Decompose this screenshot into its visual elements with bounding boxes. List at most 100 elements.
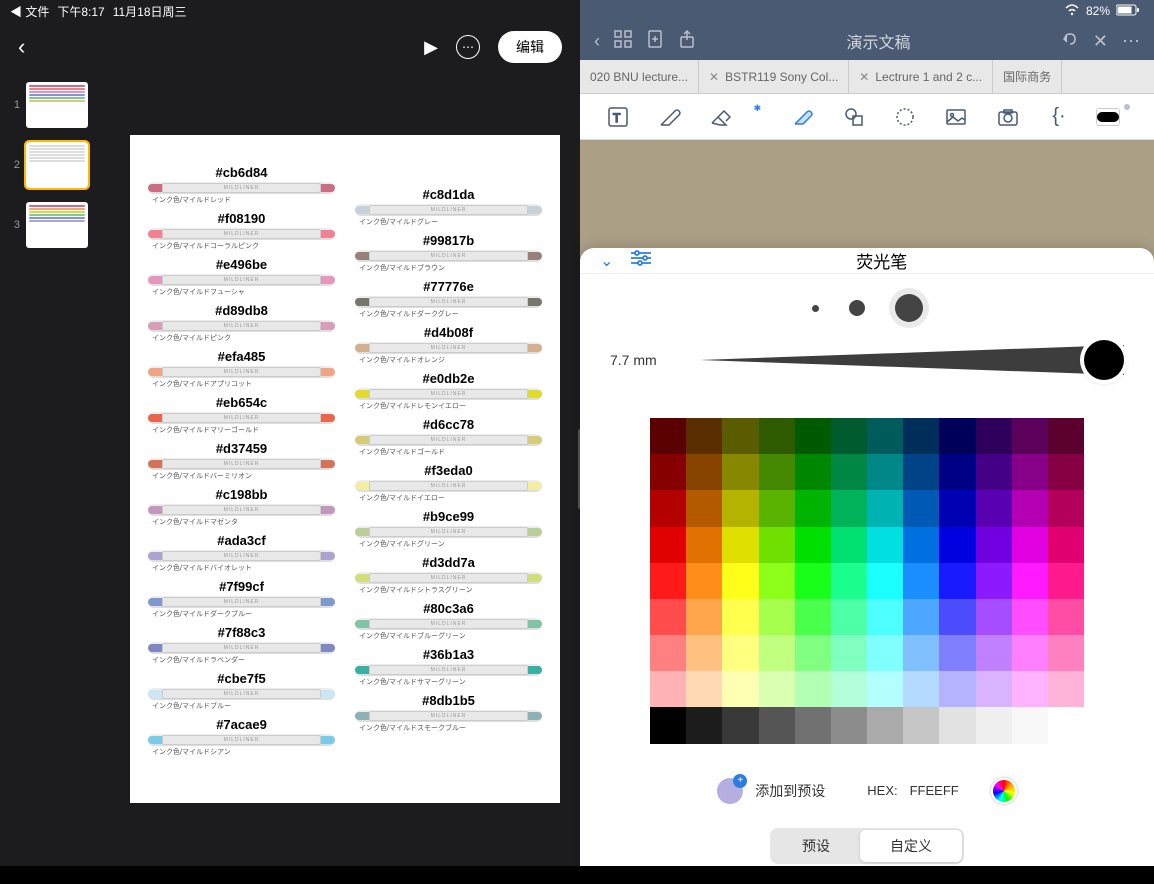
color-swatch[interactable] bbox=[722, 563, 758, 599]
undo-icon[interactable] bbox=[1061, 30, 1079, 53]
color-swatch[interactable] bbox=[1048, 707, 1084, 743]
color-swatch[interactable] bbox=[759, 418, 795, 454]
document-canvas[interactable]: ⌄ 荧光笔 7.7 mm bbox=[580, 140, 1154, 866]
color-swatch[interactable] bbox=[903, 527, 939, 563]
color-swatch[interactable] bbox=[903, 599, 939, 635]
color-swatch[interactable] bbox=[795, 599, 831, 635]
text-tool-icon[interactable]: T bbox=[604, 103, 632, 131]
lasso-tool-icon[interactable] bbox=[891, 103, 919, 131]
color-swatch[interactable] bbox=[686, 671, 722, 707]
color-swatch[interactable] bbox=[939, 490, 975, 526]
color-swatch[interactable] bbox=[650, 671, 686, 707]
stroke-preview[interactable] bbox=[1096, 108, 1120, 126]
color-swatch[interactable] bbox=[759, 707, 795, 743]
color-swatch[interactable] bbox=[1012, 563, 1048, 599]
color-swatch[interactable] bbox=[867, 707, 903, 743]
color-swatch[interactable] bbox=[867, 527, 903, 563]
color-swatch[interactable] bbox=[722, 671, 758, 707]
tab-item[interactable]: ✕BSTR119 Sony Col... bbox=[699, 60, 849, 93]
color-swatch[interactable] bbox=[722, 635, 758, 671]
color-swatch[interactable] bbox=[759, 599, 795, 635]
color-swatch[interactable] bbox=[1048, 418, 1084, 454]
color-swatch[interactable] bbox=[650, 527, 686, 563]
color-swatch[interactable] bbox=[686, 707, 722, 743]
color-swatch[interactable] bbox=[1048, 635, 1084, 671]
slide-canvas[interactable]: #cb6d84MILDLINERインク色/マイルドレッド#f08190MILDL… bbox=[110, 72, 580, 866]
color-swatch[interactable] bbox=[939, 635, 975, 671]
color-swatch[interactable] bbox=[831, 527, 867, 563]
thickness-slider[interactable] bbox=[700, 342, 1124, 378]
nav-back-icon[interactable]: ‹ bbox=[594, 31, 600, 52]
grid-view-icon[interactable] bbox=[614, 30, 632, 53]
color-swatch[interactable] bbox=[903, 635, 939, 671]
hex-input[interactable]: FFEEFF bbox=[910, 783, 959, 798]
color-swatch[interactable] bbox=[939, 563, 975, 599]
color-swatch[interactable] bbox=[1012, 490, 1048, 526]
color-swatch[interactable] bbox=[1048, 563, 1084, 599]
color-swatch[interactable] bbox=[976, 671, 1012, 707]
color-swatch[interactable] bbox=[867, 418, 903, 454]
color-swatch[interactable] bbox=[903, 671, 939, 707]
color-swatch[interactable] bbox=[867, 490, 903, 526]
color-swatch[interactable] bbox=[650, 635, 686, 671]
collapse-chevron-icon[interactable]: ⌄ bbox=[600, 251, 613, 271]
color-swatch[interactable] bbox=[759, 563, 795, 599]
thumbnail-row[interactable]: 2 bbox=[8, 142, 102, 188]
segment-custom[interactable]: 自定义 bbox=[860, 830, 962, 862]
color-swatch[interactable] bbox=[722, 707, 758, 743]
tab-item[interactable]: 国际商务 bbox=[993, 60, 1062, 93]
pen-tool-icon[interactable] bbox=[655, 103, 683, 131]
color-swatch[interactable] bbox=[1048, 671, 1084, 707]
color-swatch[interactable] bbox=[1048, 454, 1084, 490]
color-swatch[interactable] bbox=[722, 490, 758, 526]
color-swatch[interactable] bbox=[1012, 671, 1048, 707]
color-swatch[interactable] bbox=[650, 490, 686, 526]
color-swatch[interactable] bbox=[867, 563, 903, 599]
color-swatch[interactable] bbox=[976, 454, 1012, 490]
color-swatch[interactable] bbox=[686, 527, 722, 563]
color-swatch[interactable] bbox=[686, 635, 722, 671]
thumbnail-row[interactable]: 1 bbox=[8, 82, 102, 128]
color-swatch[interactable] bbox=[831, 454, 867, 490]
size-medium[interactable] bbox=[849, 300, 865, 316]
size-large-selected[interactable] bbox=[895, 294, 923, 322]
color-swatch[interactable] bbox=[650, 563, 686, 599]
highlighter-tool-icon[interactable] bbox=[788, 103, 816, 131]
color-swatch[interactable] bbox=[1048, 490, 1084, 526]
back-button[interactable]: ‹ bbox=[18, 34, 25, 60]
segment-preset[interactable]: 预设 bbox=[772, 830, 860, 862]
color-swatch[interactable] bbox=[1012, 418, 1048, 454]
color-swatch[interactable] bbox=[831, 707, 867, 743]
color-swatch[interactable] bbox=[686, 599, 722, 635]
color-swatch[interactable] bbox=[795, 707, 831, 743]
color-swatch[interactable] bbox=[976, 563, 1012, 599]
color-swatch[interactable] bbox=[759, 671, 795, 707]
eraser-tool-icon[interactable] bbox=[706, 103, 734, 131]
color-swatch[interactable] bbox=[867, 454, 903, 490]
color-swatch[interactable] bbox=[1012, 599, 1048, 635]
tab-item[interactable]: 020 BNU lecture... bbox=[580, 60, 699, 93]
color-swatch[interactable] bbox=[1012, 527, 1048, 563]
color-swatch[interactable] bbox=[903, 707, 939, 743]
bracket-icon[interactable]: {· bbox=[1045, 103, 1073, 131]
color-swatch[interactable] bbox=[650, 707, 686, 743]
color-swatch[interactable] bbox=[650, 418, 686, 454]
thumbnail-2-selected[interactable] bbox=[26, 142, 88, 188]
color-swatch[interactable] bbox=[686, 563, 722, 599]
color-swatch[interactable] bbox=[795, 454, 831, 490]
color-swatch[interactable] bbox=[1048, 527, 1084, 563]
color-swatch[interactable] bbox=[795, 563, 831, 599]
color-swatch[interactable] bbox=[939, 707, 975, 743]
color-swatch[interactable] bbox=[650, 454, 686, 490]
color-swatch[interactable] bbox=[976, 527, 1012, 563]
add-preset-swatch[interactable]: + bbox=[717, 778, 743, 804]
color-swatch[interactable] bbox=[1048, 599, 1084, 635]
tab-item[interactable]: ✕Lectrure 1 and 2 c... bbox=[849, 60, 993, 93]
color-swatch[interactable] bbox=[650, 599, 686, 635]
shapes-tool-icon[interactable] bbox=[840, 103, 868, 131]
close-icon[interactable]: ✕ bbox=[1093, 31, 1108, 52]
tab-close-icon[interactable]: ✕ bbox=[859, 70, 869, 84]
color-swatch[interactable] bbox=[976, 635, 1012, 671]
color-swatch[interactable] bbox=[759, 454, 795, 490]
more-icon[interactable]: ⋯ bbox=[1122, 31, 1140, 52]
